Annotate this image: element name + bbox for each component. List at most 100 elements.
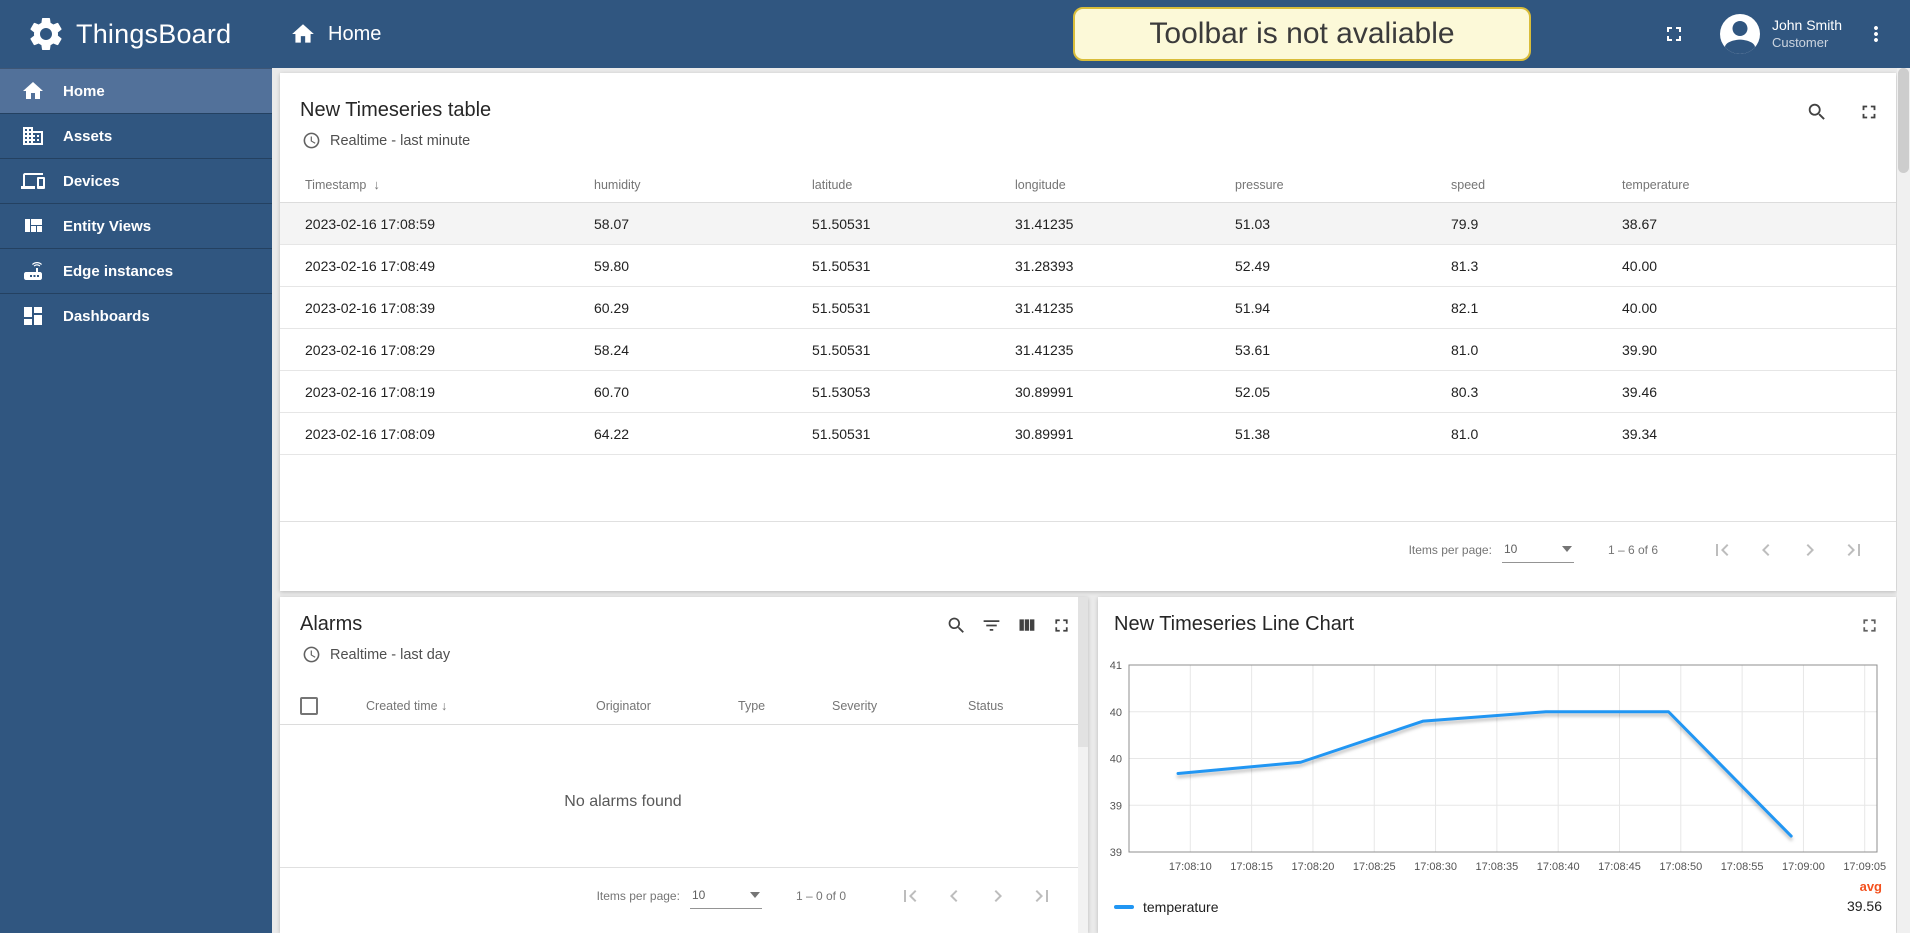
table-cell: 31.28393	[1015, 258, 1235, 274]
table-cell: 40.00	[1622, 258, 1896, 274]
widget-title: Alarms	[300, 613, 362, 636]
widget-title: New Timeseries table	[300, 99, 491, 122]
fullscreen-button[interactable]	[1858, 101, 1880, 123]
fullscreen-icon	[1051, 615, 1072, 636]
next-page-icon	[986, 884, 1010, 908]
series-label: temperature	[1143, 899, 1218, 915]
page-scrollbar[interactable]	[1897, 68, 1910, 933]
table-cell: 2023-02-16 17:08:39	[305, 300, 594, 316]
table-row[interactable]: 2023-02-16 17:08:5958.0751.5053131.41235…	[280, 203, 1896, 245]
user-icon	[1720, 14, 1760, 54]
column-header-pressure[interactable]: pressure	[1235, 178, 1451, 192]
y-tick-label: 40	[1110, 707, 1122, 719]
items-per-page-label: Items per page:	[597, 889, 680, 903]
table-row[interactable]: 2023-02-16 17:08:2958.2451.5053131.41235…	[280, 329, 1896, 371]
alarms-scrollbar[interactable]	[1078, 597, 1088, 933]
x-tick-label: 17:08:50	[1659, 861, 1702, 873]
dashboards-icon	[21, 304, 45, 328]
column-header-longitude[interactable]: longitude	[1015, 178, 1235, 192]
x-tick-label: 17:08:20	[1292, 861, 1335, 873]
sidebar-item-label: Assets	[63, 128, 112, 145]
table-cell: 39.90	[1622, 342, 1896, 358]
table-row[interactable]: 2023-02-16 17:08:4959.8051.5053131.28393…	[280, 245, 1896, 287]
avatar[interactable]	[1720, 14, 1760, 54]
items-per-page-select[interactable]: 10	[690, 883, 762, 909]
timewindow[interactable]: Realtime - last day	[302, 645, 450, 664]
table-body: 2023-02-16 17:08:5958.0751.5053131.41235…	[280, 203, 1896, 455]
column-header-originator[interactable]: Originator	[596, 687, 651, 725]
columns-button[interactable]	[1016, 615, 1037, 636]
line-chart-widget: New Timeseries Line Chart 17:08:1017:08:…	[1098, 597, 1896, 933]
table-row[interactable]: 2023-02-16 17:08:1960.7051.5305330.89991…	[280, 371, 1896, 413]
table-row[interactable]: 2023-02-16 17:08:0964.2251.5053130.89991…	[280, 413, 1896, 455]
table-row[interactable]: 2023-02-16 17:08:3960.2951.5053131.41235…	[280, 287, 1896, 329]
page-range-label: 1 – 0 of 0	[796, 889, 846, 903]
last-page-button[interactable]	[1832, 530, 1876, 570]
scrollbar-thumb[interactable]	[1898, 68, 1909, 173]
last-page-button[interactable]	[1020, 876, 1064, 916]
sidebar-item-dashboards[interactable]: Dashboards	[0, 293, 272, 338]
user-role: Customer	[1772, 35, 1842, 51]
table-cell: 31.41235	[1015, 300, 1235, 316]
select-all-checkbox[interactable]	[300, 697, 318, 715]
column-header-humidity[interactable]: humidity	[594, 178, 812, 192]
column-header-temperature[interactable]: temperature	[1622, 178, 1896, 192]
sidebar-item-assets[interactable]: Assets	[0, 113, 272, 158]
column-header-type[interactable]: Type	[738, 687, 765, 725]
column-header-speed[interactable]: speed	[1451, 178, 1622, 192]
page-title: Home	[328, 23, 381, 46]
sidebar-item-edge-instances[interactable]: Edge instances	[0, 248, 272, 293]
x-tick-label: 17:08:55	[1721, 861, 1764, 873]
more-menu-button[interactable]	[1864, 22, 1888, 46]
chevron-down-icon	[750, 892, 760, 898]
table-cell: 60.29	[594, 300, 812, 316]
y-tick-label: 41	[1110, 660, 1122, 672]
column-header-severity[interactable]: Severity	[832, 687, 877, 725]
table-cell: 51.50531	[812, 426, 1015, 442]
previous-page-button[interactable]	[1744, 530, 1788, 570]
x-tick-label: 17:08:15	[1230, 861, 1273, 873]
sidebar-item-label: Entity Views	[63, 218, 151, 235]
table-cell: 58.24	[594, 342, 812, 358]
sidebar-item-label: Dashboards	[63, 308, 150, 325]
search-button[interactable]	[946, 615, 967, 636]
sidebar-item-home[interactable]: Home	[0, 68, 272, 113]
search-button[interactable]	[1806, 101, 1828, 123]
fullscreen-button[interactable]	[1051, 615, 1072, 636]
page-range-label: 1 – 6 of 6	[1608, 543, 1658, 557]
sidebar-item-label: Edge instances	[63, 263, 173, 280]
table-cell: 60.70	[594, 384, 812, 400]
x-tick-label: 17:08:45	[1598, 861, 1641, 873]
previous-page-button[interactable]	[932, 876, 976, 916]
column-header-timestamp[interactable]: Timestamp↓	[305, 177, 594, 192]
table-cell: 30.89991	[1015, 384, 1235, 400]
table-cell: 38.67	[1622, 216, 1896, 232]
timewindow[interactable]: Realtime - last minute	[302, 131, 470, 150]
table-cell: 59.80	[594, 258, 812, 274]
x-tick-label: 17:08:35	[1475, 861, 1518, 873]
next-page-button[interactable]	[976, 876, 1020, 916]
thingsboard-app: ThingsBoard HomeAssetsDevicesEntity View…	[0, 0, 1910, 933]
legend-series-temperature[interactable]: temperature	[1114, 899, 1218, 915]
items-per-page-select[interactable]: 10	[1502, 537, 1574, 563]
first-page-button[interactable]	[888, 876, 932, 916]
sidebar-item-entity-views[interactable]: Entity Views	[0, 203, 272, 248]
table-cell: 39.34	[1622, 426, 1896, 442]
edge-instances-icon	[21, 259, 45, 283]
table-cell: 51.53053	[812, 384, 1015, 400]
toolbar-unavailable-banner: Toolbar is not avaliable	[1073, 7, 1531, 61]
devices-icon	[21, 169, 45, 193]
next-page-button[interactable]	[1788, 530, 1832, 570]
scrollbar-thumb[interactable]	[1078, 597, 1088, 747]
first-page-button[interactable]	[1700, 530, 1744, 570]
column-header-latitude[interactable]: latitude	[812, 178, 1015, 192]
sidebar-item-devices[interactable]: Devices	[0, 158, 272, 203]
table-cell: 81.0	[1451, 342, 1622, 358]
fullscreen-button[interactable]	[1662, 22, 1686, 46]
table-cell: 81.0	[1451, 426, 1622, 442]
first-page-icon	[898, 884, 922, 908]
column-header-created-time[interactable]: Created time ↓	[366, 687, 447, 725]
column-header-status[interactable]: Status	[968, 687, 1003, 725]
user-block[interactable]: John Smith Customer	[1772, 17, 1842, 51]
filter-button[interactable]	[981, 615, 1002, 636]
